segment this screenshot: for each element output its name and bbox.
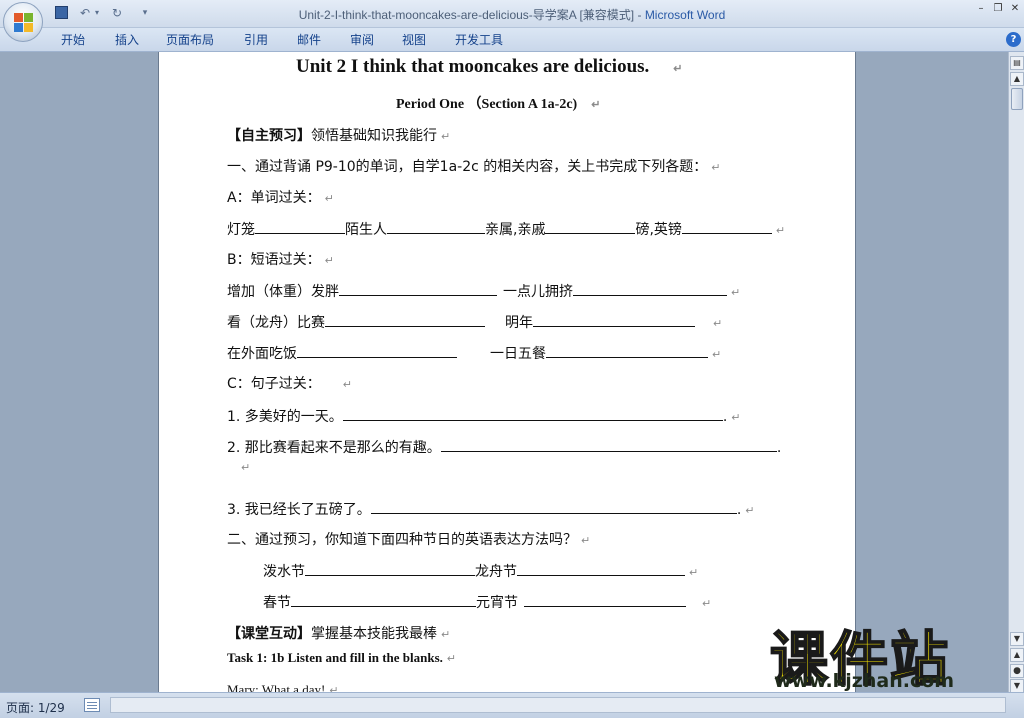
scroll-thumb[interactable] xyxy=(1011,88,1023,110)
phrase-row-2: 看（龙舟）比赛 明年 ↵ xyxy=(227,315,723,331)
help-icon[interactable]: ? xyxy=(1006,32,1021,47)
festival-row-2: 春节 元宵节 ↵ xyxy=(263,595,712,611)
classroom-heading: 【课堂互动】掌握基本技能我最棒 ↵ xyxy=(227,626,451,642)
sentence-2: 2. 那比赛看起来不是那么的有趣。. xyxy=(227,440,782,456)
close-button[interactable]: ✕ xyxy=(1008,3,1022,15)
office-button[interactable] xyxy=(3,2,43,42)
task1-intro: 一、通过背诵 P9-10的单词，自学1a-2c 的相关内容，关上书完成下列各题：… xyxy=(227,159,721,175)
tab-mailings[interactable]: 邮件 xyxy=(297,32,321,48)
task2-intro: 二、通过预习，你知道下面四种节日的英语表达方法吗？ ↵ xyxy=(227,532,591,548)
phrase-heading: B：短语过关： ↵ xyxy=(227,252,334,268)
browse-object-button[interactable]: ● xyxy=(1010,664,1024,678)
minimize-button[interactable]: – xyxy=(974,3,988,15)
tab-review[interactable]: 审阅 xyxy=(350,32,374,48)
scroll-down-button[interactable]: ▼ xyxy=(1010,632,1024,646)
scroll-up-button[interactable]: ▲ xyxy=(1010,72,1024,86)
paragraph-mark: ↵ xyxy=(241,461,251,474)
tab-insert[interactable]: 插入 xyxy=(115,32,139,48)
tab-home[interactable]: 开始 xyxy=(61,32,85,48)
task-1-line: Task 1: 1b Listen and fill in the blanks… xyxy=(227,650,457,665)
document-page[interactable]: Unit 2 I think that mooncakes are delici… xyxy=(158,52,856,692)
next-page-button[interactable]: ▼ xyxy=(1010,679,1024,693)
preview-heading: 【自主预习】领悟基础知识我能行 ↵ xyxy=(227,128,451,144)
restore-button[interactable]: ❐ xyxy=(991,3,1005,15)
watermark-url: www.kjzhan.com xyxy=(774,670,955,692)
dialog-line: Mary: What a day! ↵ xyxy=(227,682,339,692)
sentence-3: 3. 我已经长了五磅了。. ↵ xyxy=(227,502,755,518)
sentence-1: 1. 多美好的一天。. ↵ xyxy=(227,409,741,425)
word-window: ↶ ▾ ↻ ▾ Unit-2-I-think-that-mooncakes-ar… xyxy=(0,0,1024,718)
office-logo-icon xyxy=(14,13,34,33)
page-number-status[interactable]: 页面: 1/29 xyxy=(6,699,65,716)
vocab-heading: A：单词过关： ↵ xyxy=(227,190,334,206)
festival-row-1: 泼水节 龙舟节 ↵ xyxy=(263,564,699,580)
tab-page-layout[interactable]: 页面布局 xyxy=(166,32,214,48)
previous-page-button[interactable]: ▲ xyxy=(1010,648,1024,662)
document-area: Unit 2 I think that mooncakes are delici… xyxy=(0,52,1008,692)
proofing-status-icon[interactable] xyxy=(84,698,100,712)
ribbon-tabs: 开始 插入 页面布局 引用 邮件 审阅 视图 开发工具 ? xyxy=(0,28,1024,52)
title-bar: ↶ ▾ ↻ ▾ Unit-2-I-think-that-mooncakes-ar… xyxy=(0,0,1024,28)
vocab-row: 灯笼 陌生人 亲属,亲戚 磅,英镑 ↵ xyxy=(227,222,786,238)
horizontal-scrollbar[interactable] xyxy=(110,697,1006,713)
window-title: Unit-2-I-think-that-mooncakes-are-delici… xyxy=(298,8,726,22)
tab-view[interactable]: 视图 xyxy=(402,32,426,48)
vertical-scrollbar[interactable]: ▤ ▲ ▼ ▲ ● ▼ xyxy=(1008,52,1024,693)
phrase-row-3: 在外面吃饭 一日五餐 ↵ xyxy=(227,346,722,362)
sentence-heading: C：句子过关： ↵ xyxy=(227,376,352,392)
tab-references[interactable]: 引用 xyxy=(244,32,268,48)
document-title: Unit 2 I think that mooncakes are delici… xyxy=(296,56,683,77)
view-ruler-icon[interactable]: ▤ xyxy=(1010,56,1024,70)
period-heading: Period One （Section A 1a-2c) ↵ xyxy=(396,97,601,112)
phrase-row-1: 增加（体重）发胖 一点儿拥挤 ↵ xyxy=(227,284,741,300)
tab-developer[interactable]: 开发工具 xyxy=(455,32,503,48)
